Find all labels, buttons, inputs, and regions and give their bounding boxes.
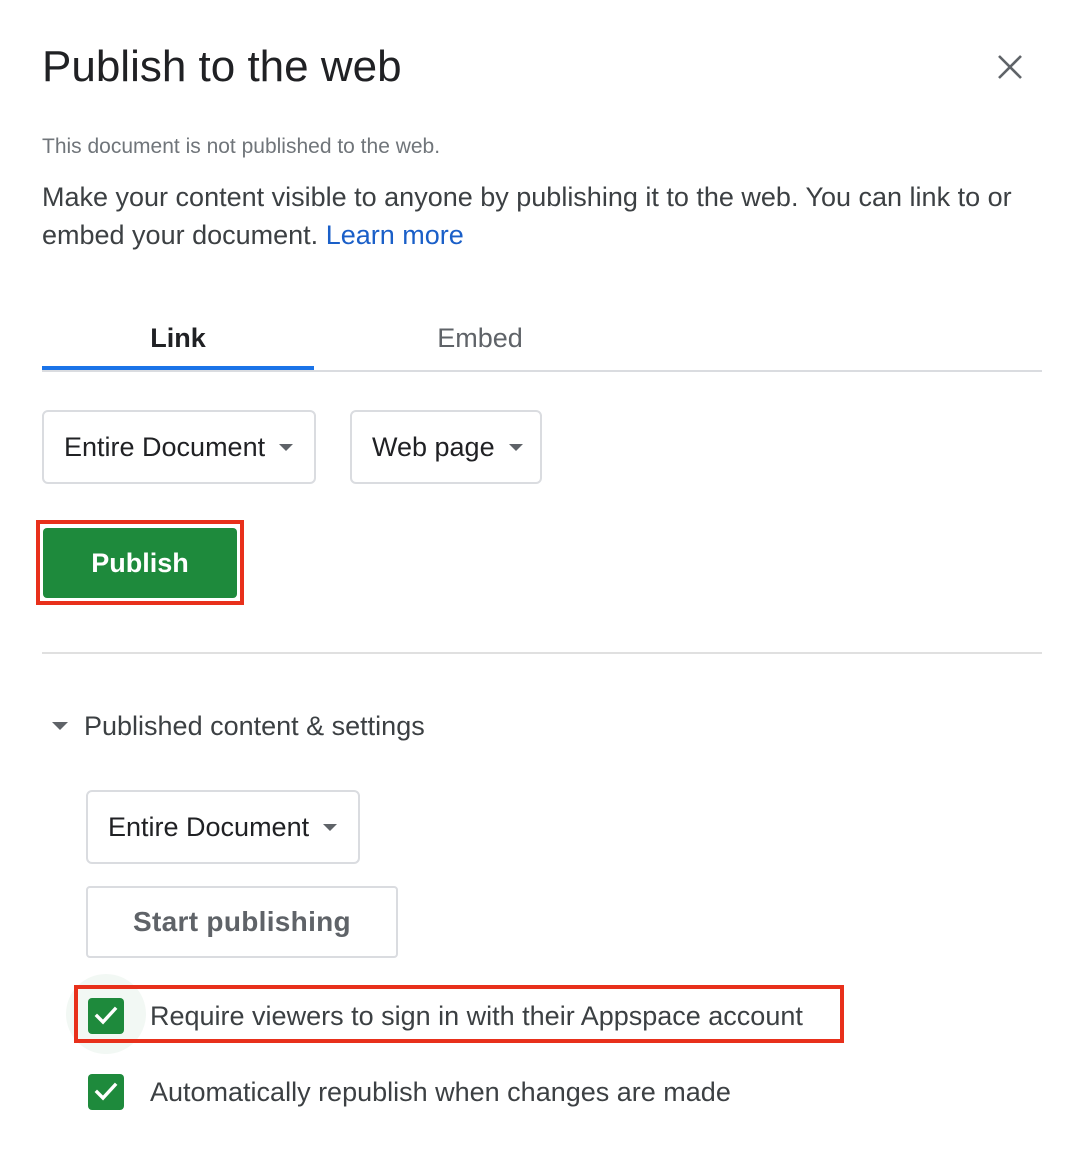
require-signin-label: Require viewers to sign in with their Ap…	[150, 1000, 803, 1031]
format-dropdown-value: Web page	[372, 431, 495, 462]
require-signin-option[interactable]: Require viewers to sign in with their Ap…	[88, 996, 803, 1036]
caret-down-icon	[508, 443, 523, 451]
close-icon	[998, 55, 1022, 79]
publish-dialog: Publish to the web This document is not …	[0, 0, 1084, 1172]
published-scope-value: Entire Document	[108, 811, 310, 842]
published-settings-header: Published content & settings	[84, 710, 425, 741]
publish-button[interactable]: Publish	[43, 528, 237, 598]
format-dropdown[interactable]: Web page	[350, 410, 542, 484]
start-publishing-button[interactable]: Start publishing	[86, 886, 398, 958]
auto-republish-checkbox[interactable]	[88, 1074, 124, 1110]
auto-republish-label: Automatically republish when changes are…	[150, 1076, 731, 1107]
scope-dropdown[interactable]: Entire Document	[42, 410, 316, 484]
publish-status: This document is not published to the we…	[42, 135, 441, 158]
tab-link[interactable]: Link	[42, 308, 314, 370]
published-scope-dropdown[interactable]: Entire Document	[86, 790, 360, 864]
dialog-description: Make your content visible to anyone by p…	[42, 178, 1042, 254]
expand-triangle-icon	[52, 722, 68, 730]
caret-down-icon	[279, 443, 294, 451]
dialog-title: Publish to the web	[42, 42, 402, 91]
auto-republish-option[interactable]: Automatically republish when changes are…	[88, 1072, 731, 1112]
check-icon	[94, 1082, 118, 1101]
tab-bar: Link Embed	[42, 308, 1042, 372]
description-text: Make your content visible to anyone by p…	[42, 182, 1012, 250]
learn-more-link[interactable]: Learn more	[326, 220, 464, 250]
check-icon	[94, 1006, 118, 1025]
published-settings-toggle[interactable]: Published content & settings	[52, 706, 425, 746]
section-divider	[42, 652, 1042, 654]
close-button[interactable]	[990, 47, 1030, 87]
tab-embed[interactable]: Embed	[342, 308, 618, 368]
scope-dropdown-value: Entire Document	[64, 431, 266, 462]
require-signin-checkbox[interactable]	[88, 998, 124, 1034]
caret-down-icon	[323, 823, 338, 831]
